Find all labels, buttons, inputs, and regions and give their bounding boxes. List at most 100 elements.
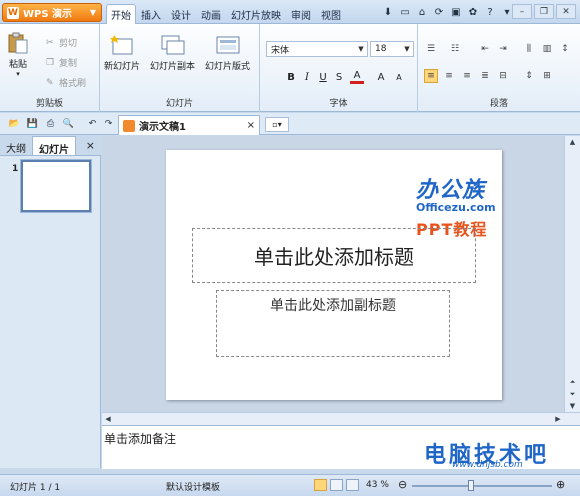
tab-design[interactable]: 设计 [166, 4, 196, 26]
print-icon[interactable]: ⎙ [44, 117, 57, 130]
skin-icon[interactable]: ▭ [398, 5, 412, 19]
scroll-up-icon[interactable]: ▲ [565, 136, 580, 148]
zoom-slider[interactable] [412, 485, 552, 487]
title-placeholder[interactable]: 单击此处添加标题 [192, 228, 476, 283]
columns-icon[interactable]: ▥ [540, 42, 554, 56]
tab-home[interactable]: 开始 [106, 4, 136, 26]
cut-button[interactable]: ✂ 剪切 [46, 36, 78, 50]
new-slide-button[interactable]: 新幻灯片 [104, 34, 140, 72]
open-icon[interactable]: 📂 [8, 117, 21, 130]
new-slide-label: 新幻灯片 [104, 62, 141, 72]
font-size-select[interactable]: 18 ▼ [370, 41, 414, 57]
tab-outline[interactable]: 大纲 [0, 136, 32, 155]
tab-review[interactable]: 审阅 [286, 4, 316, 26]
text-direction-icon[interactable]: ⫼ [522, 42, 536, 56]
slide-layout-button[interactable]: 幻灯片版式 [205, 34, 250, 72]
grow-font-button[interactable]: A [374, 70, 388, 84]
home-icon[interactable]: ⌂ [415, 5, 429, 19]
copy-icon: ❐ [46, 57, 55, 68]
numbering-icon[interactable]: ☷ [448, 42, 462, 56]
slide[interactable]: 办公族 Officezu.com PPT教程 单击此处添加标题 单击此处添加副标… [166, 150, 502, 400]
save-icon[interactable]: 💾 [26, 117, 39, 130]
align-right-icon[interactable]: ≡ [460, 69, 474, 83]
line-spacing-icon[interactable]: ↕ [558, 42, 572, 56]
gift-icon[interactable]: ✿ [466, 5, 480, 19]
refresh-icon[interactable]: ⟳ [432, 5, 446, 19]
document-tab-bar: 📂 💾 ⎙ 🔍 ↶ ↷ 演示文稿1 × ▫▾ [0, 113, 580, 135]
tab-view[interactable]: 视图 [316, 4, 346, 26]
tab-animation[interactable]: 动画 [196, 4, 226, 26]
distribute-icon[interactable]: ⊟ [496, 69, 510, 83]
shrink-font-button[interactable]: A [392, 70, 406, 84]
slide-thumbnail[interactable] [20, 159, 92, 213]
tab-slideshow[interactable]: 幻灯片放映 [226, 4, 286, 26]
horizontal-scrollbar[interactable]: ◀ ▶ [102, 412, 580, 425]
paste-icon [8, 32, 28, 54]
increase-indent-icon[interactable]: ⇥ [496, 42, 510, 56]
restore-icon[interactable]: ❐ [534, 4, 554, 19]
sorter-view-icon[interactable] [330, 479, 343, 491]
status-bar: 幻灯片 1 / 1 默认设计模板 43 % ⊖ ⊕ [0, 474, 580, 496]
subtitle-placeholder[interactable]: 单击此处添加副标题 [216, 290, 450, 357]
font-color-button[interactable]: A [350, 70, 364, 84]
paste-dropdown-icon[interactable]: ▾ [16, 70, 20, 78]
scroll-down-icon[interactable]: ▼ [565, 400, 580, 412]
scroll-left-icon[interactable]: ◀ [102, 413, 114, 425]
screenshot-icon[interactable]: ▣ [449, 5, 463, 19]
minimize-icon[interactable]: – [512, 4, 532, 19]
wps-menu-button[interactable]: W WPS 演示 ▼ [2, 3, 102, 22]
scissors-icon: ✂ [46, 37, 54, 48]
redo-icon[interactable]: ↷ [102, 117, 115, 130]
decrease-indent-icon[interactable]: ⇤ [478, 42, 492, 56]
bold-button[interactable]: B [284, 70, 298, 84]
normal-view-icon[interactable] [314, 479, 327, 491]
slideshow-view-icon[interactable] [346, 479, 359, 491]
zoom-slider-thumb[interactable] [468, 480, 474, 491]
underline-button[interactable]: U [316, 70, 330, 84]
close-panel-icon[interactable]: × [80, 136, 101, 155]
paragraph-group: ☰ ☷ ⇤ ⇥ ⫼ ▥ ↕ ≡ ≡ ≡ ≣ ⊟ ⇕ ⊞ 段落 [418, 24, 580, 112]
paste-button[interactable]: 粘贴 ▾ [6, 32, 30, 78]
cut-label: 剪切 [59, 39, 78, 49]
justify-icon[interactable]: ≣ [478, 69, 492, 83]
clipboard-group: 粘贴 ▾ ✂ 剪切 ❐ 复制 ✎ 格式刷 剪贴板 [0, 24, 100, 112]
tab-insert[interactable]: 插入 [136, 4, 166, 26]
duplicate-slide-button[interactable]: 幻灯片副本 [150, 34, 195, 72]
next-slide-icon[interactable]: ⏷ [565, 388, 580, 400]
print-preview-icon[interactable]: 🔍 [62, 117, 75, 130]
align-left-icon[interactable]: ≡ [424, 69, 438, 83]
slides-group-label: 幻灯片 [165, 99, 193, 109]
close-tab-icon[interactable]: × [247, 120, 255, 131]
bullets-icon[interactable]: ☰ [424, 42, 438, 56]
arrow-down-icon[interactable]: ⬇ [381, 5, 395, 19]
copy-button[interactable]: ❐ 复制 [46, 56, 77, 70]
paragraph-spacing-icon[interactable]: ⇕ [522, 69, 536, 83]
align-center-icon[interactable]: ≡ [442, 69, 456, 83]
align-text-icon[interactable]: ⊞ [540, 69, 554, 83]
format-painter-label: 格式刷 [59, 79, 87, 89]
duplicate-slide-icon [161, 35, 184, 55]
title-toolbar: ⬇ ▭ ⌂ ⟳ ▣ ✿ ? ▾ [381, 5, 514, 19]
chevron-down-icon: ▼ [89, 8, 96, 17]
format-painter-button[interactable]: ✎ 格式刷 [46, 76, 87, 90]
document-tab[interactable]: 演示文稿1 × [118, 115, 260, 135]
zoom-out-icon[interactable]: ⊖ [398, 478, 407, 491]
font-name-select[interactable]: 宋体 ▼ [266, 41, 368, 57]
scroll-right-icon[interactable]: ▶ [552, 413, 564, 425]
template-name: 默认设计模板 [166, 483, 221, 493]
help-icon[interactable]: ? [483, 5, 497, 19]
vertical-scrollbar[interactable]: ▲ ⏶ ⏷ ▼ [564, 136, 580, 412]
italic-button[interactable]: I [300, 70, 314, 84]
new-document-button[interactable]: ▫▾ [265, 117, 289, 132]
undo-icon[interactable]: ↶ [86, 117, 99, 130]
wps-logo-icon: W [7, 6, 19, 19]
watermark-logo: 办公族 [416, 178, 486, 203]
slides-panel: 大纲 幻灯片 × 1 [0, 136, 101, 468]
prev-slide-icon[interactable]: ⏶ [565, 376, 580, 388]
slides-group: 新幻灯片 幻灯片副本 幻灯片版式 幻灯片 [100, 24, 260, 112]
strikethrough-button[interactable]: S [332, 70, 346, 84]
tab-slides[interactable]: 幻灯片 [32, 136, 76, 156]
close-icon[interactable]: ✕ [556, 4, 576, 19]
zoom-in-icon[interactable]: ⊕ [556, 478, 565, 491]
chevron-down-icon: ▼ [358, 45, 364, 53]
